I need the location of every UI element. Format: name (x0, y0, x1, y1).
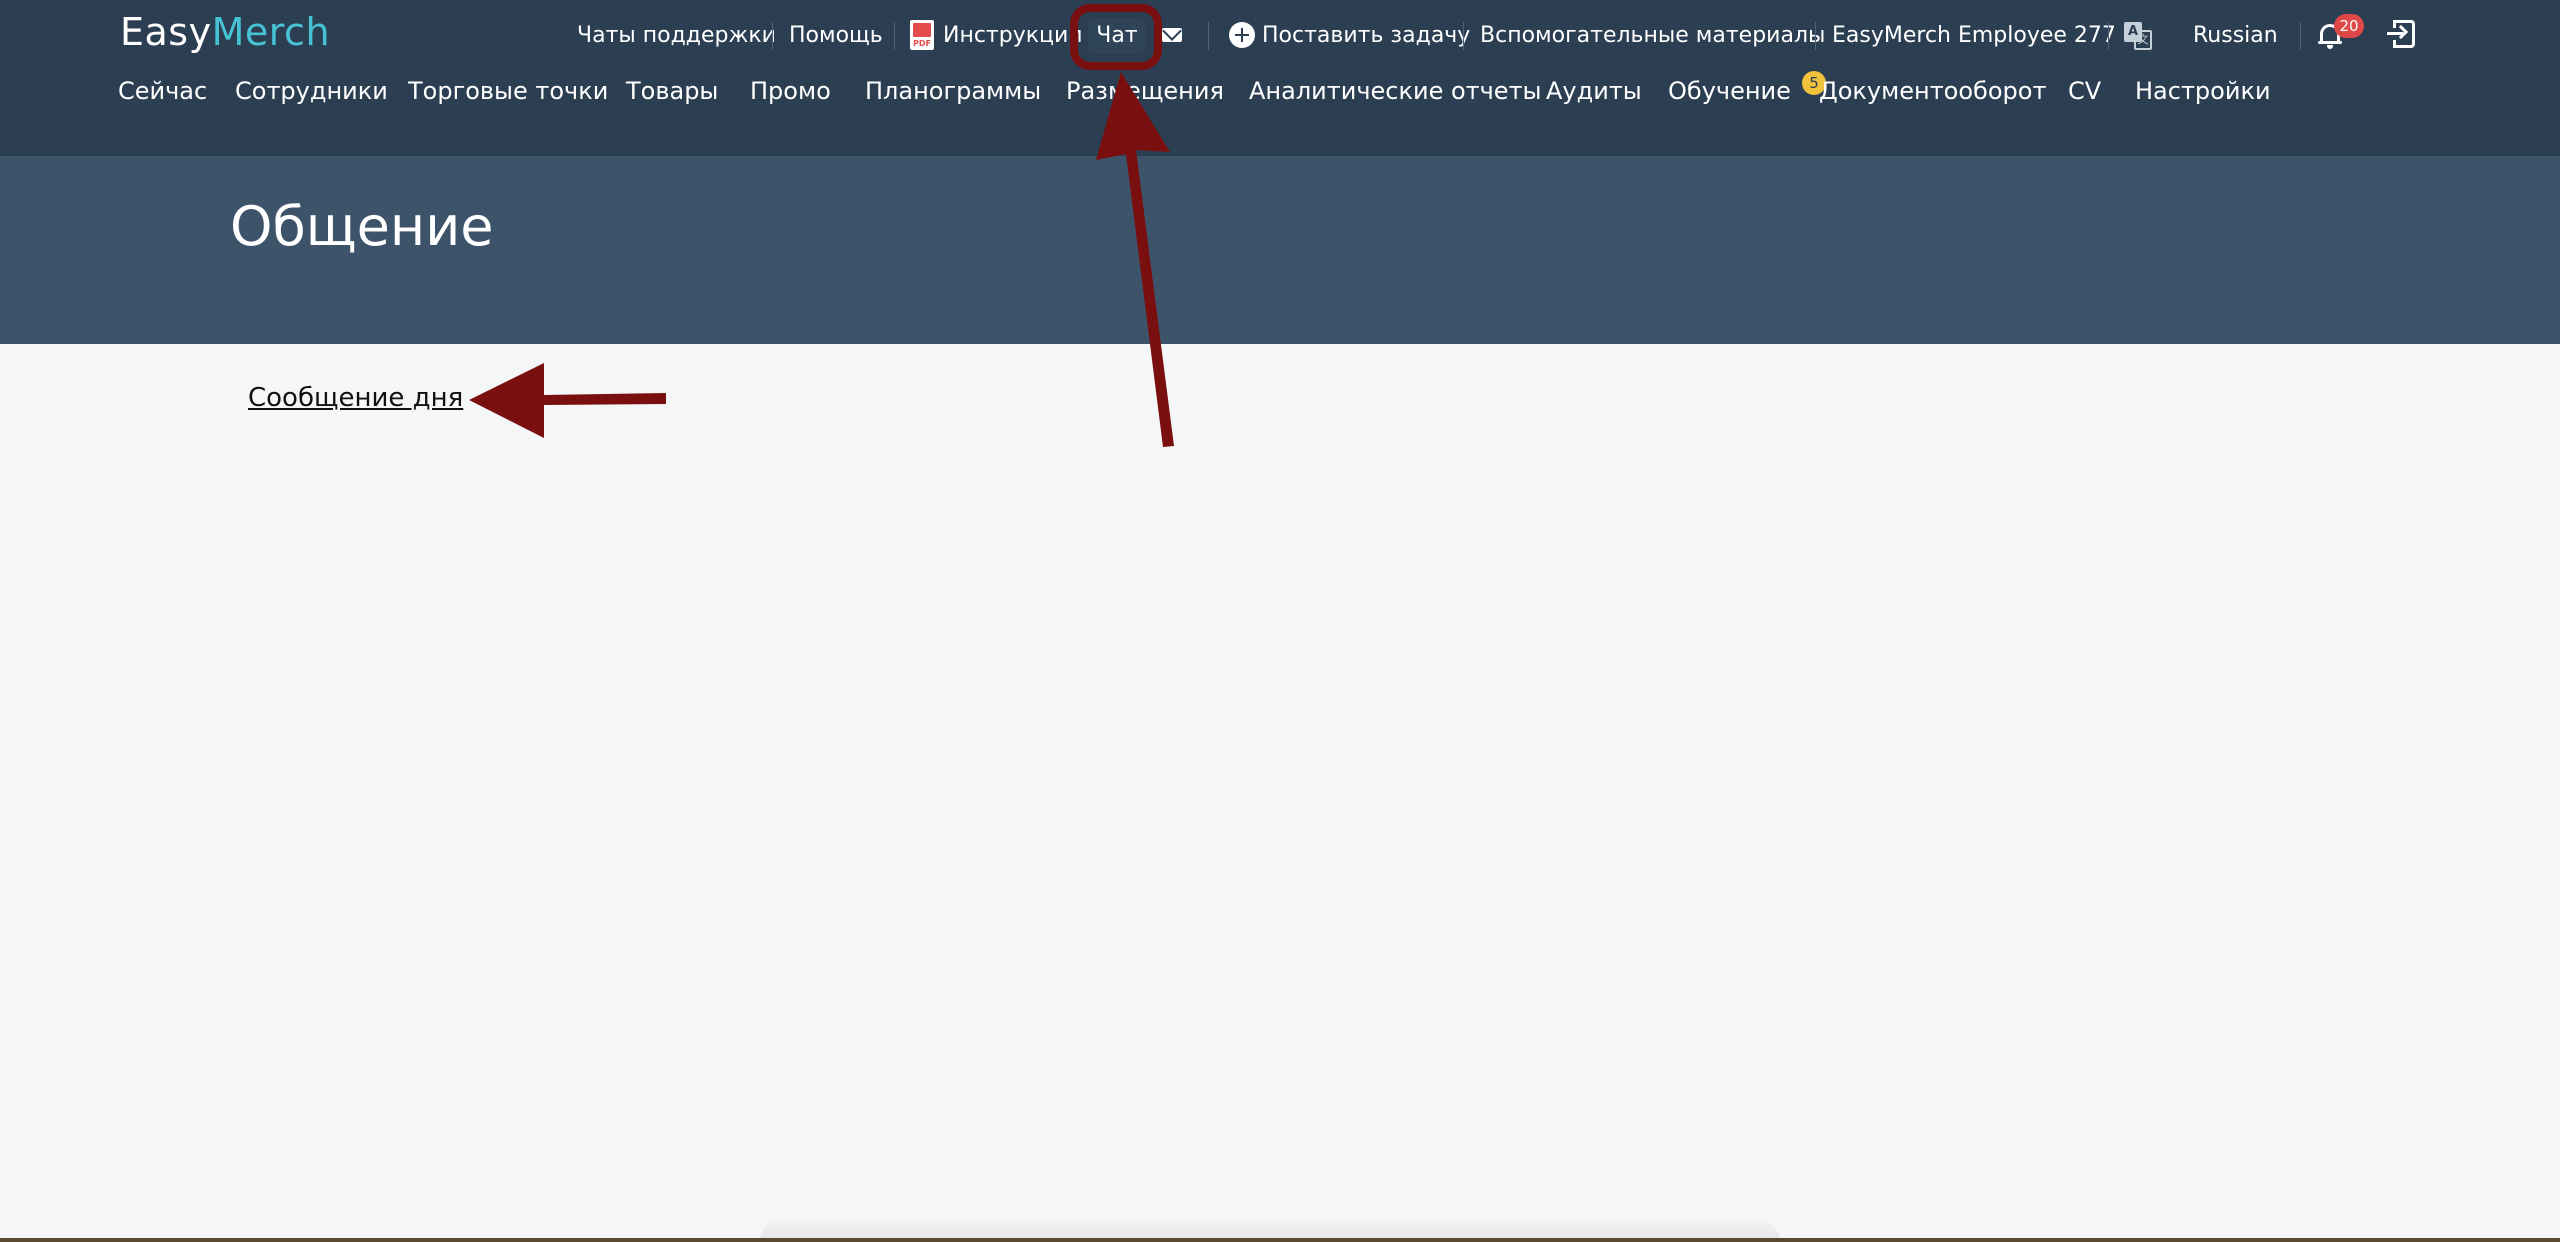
divider (2108, 22, 2109, 50)
nav-item-outlets[interactable]: Торговые точки (408, 70, 608, 112)
divider (894, 22, 895, 50)
nav-item-planograms[interactable]: Планограммы (865, 70, 1041, 112)
page-title: Общение (230, 195, 494, 258)
bell-icon-base (2318, 41, 2342, 44)
divider (1815, 22, 1816, 50)
nav-item-now[interactable]: Сейчас (118, 70, 207, 112)
logo-text-merch: Merch (211, 10, 331, 54)
divider (1463, 22, 1464, 50)
logo-text-easy: Easy (120, 10, 212, 54)
user-name-link[interactable]: EasyMerch Employee 277 (1832, 16, 2116, 56)
divider (1208, 22, 1209, 50)
support-chats-link[interactable]: Чаты поддержки (577, 16, 776, 56)
top-navigation-bar: EasyMerch Чаты поддержки Помощь Инструкц… (0, 0, 2560, 156)
message-of-the-day-link[interactable]: Сообщение дня (248, 378, 463, 418)
nav-item-employees[interactable]: Сотрудники (235, 70, 388, 112)
bottom-strip (0, 1238, 2560, 1242)
support-materials-link[interactable]: Вспомогательные материалы (1480, 16, 1825, 56)
nav-item-placements[interactable]: Размещения (1066, 70, 1224, 112)
easymerch-logo[interactable]: EasyMerch (120, 8, 330, 56)
nav-item-settings[interactable]: Настройки (2135, 70, 2271, 112)
nav-item-cv[interactable]: CV (2068, 70, 2101, 112)
pdf-icon[interactable] (910, 20, 934, 50)
nav-item-promo[interactable]: Промо (750, 70, 831, 112)
notifications-count-badge: 20 (2334, 14, 2364, 38)
nav-item-documents[interactable]: Документооборот (1819, 70, 2046, 112)
divider (772, 22, 773, 50)
divider (2300, 22, 2301, 50)
create-task-link[interactable]: Поставить задачу (1262, 16, 1470, 56)
bell-icon-clapper (2327, 45, 2333, 49)
chat-button[interactable]: Чат (1088, 16, 1146, 56)
nav-item-audits[interactable]: Аудиты (1546, 70, 1642, 112)
translate-icon[interactable]: 文 A (2124, 22, 2152, 50)
mail-icon[interactable] (1162, 28, 1182, 42)
help-link[interactable]: Помощь (789, 16, 883, 56)
logout-icon-frame-top (2393, 20, 2396, 28)
translate-icon-front: A (2124, 22, 2142, 42)
plus-circle-icon[interactable] (1229, 22, 1255, 48)
annotation-arrow-left (469, 363, 666, 438)
logout-icon-frame-bottom (2393, 40, 2396, 48)
nav-item-products[interactable]: Товары (626, 70, 718, 112)
instructions-link[interactable]: Инструкции (943, 16, 1083, 56)
nav-item-training[interactable]: Обучение (1668, 70, 1791, 112)
logout-icon[interactable] (2387, 20, 2415, 48)
language-selector[interactable]: Russian (2193, 16, 2278, 56)
nav-item-analytics-reports[interactable]: Аналитические отчеты (1249, 70, 1542, 112)
